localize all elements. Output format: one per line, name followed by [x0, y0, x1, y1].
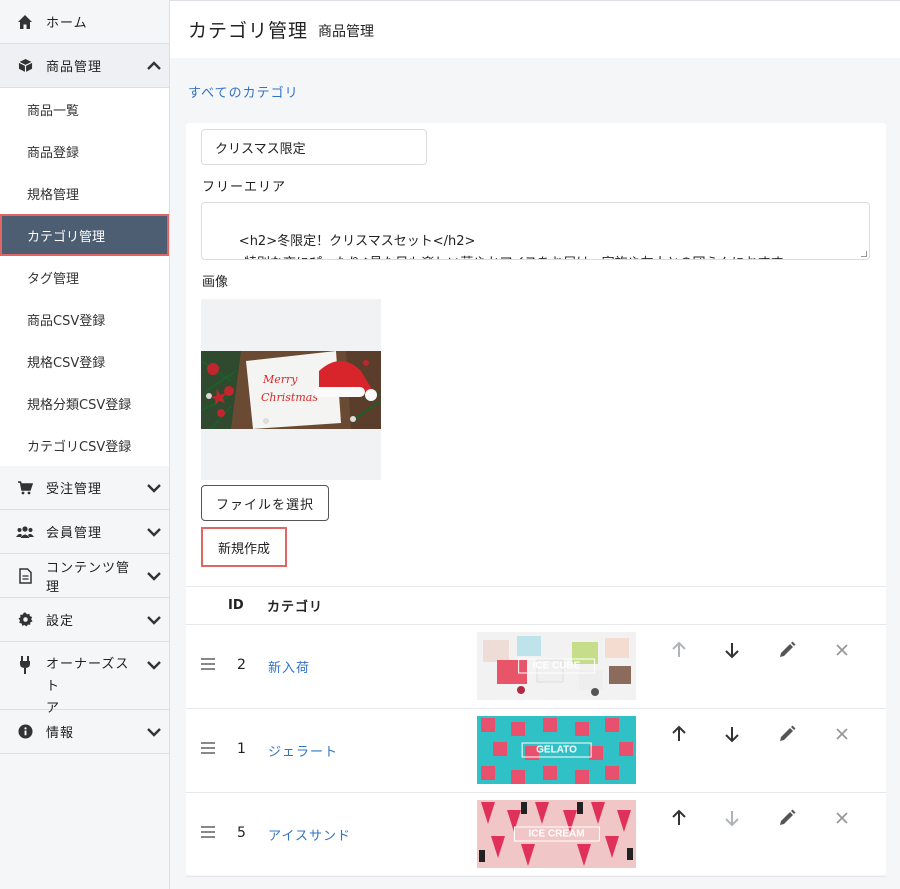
- move-up-icon[interactable]: [669, 640, 689, 660]
- nav-order[interactable]: 受注管理: [0, 466, 169, 510]
- free-area-text: <h2>冬限定！クリスマスセット</h2> <p>特別な夜にぴったり♪見た目も楽…: [214, 234, 784, 259]
- chevron-up-icon: [139, 60, 169, 71]
- move-up-icon[interactable]: [669, 724, 689, 744]
- main-content: カテゴリ管理 商品管理 すべてのカテゴリ クリスマス限定 フリーエリア <h2>…: [170, 0, 900, 889]
- column-header-category: カテゴリ: [267, 600, 324, 615]
- table-row: 1 ジェラート GELATO: [186, 709, 886, 793]
- chevron-down-icon: [139, 615, 169, 625]
- svg-text:Christmas: Christmas: [261, 391, 318, 404]
- category-thumbnail: GELATO: [477, 716, 636, 784]
- nav-content-label: コンテンツ管理: [46, 560, 131, 595]
- edit-pencil-icon[interactable]: [777, 808, 797, 828]
- gear-icon: [16, 611, 34, 629]
- chevron-down-icon: [139, 727, 169, 737]
- nav-product[interactable]: 商品管理: [0, 44, 169, 88]
- category-table: ID カテゴリ 2 新入荷 ICE CUBE 1 ジェラート GELATO 5 …: [186, 586, 886, 877]
- resize-handle-icon[interactable]: [861, 251, 867, 257]
- chevron-down-icon: [139, 527, 169, 537]
- row-id: 5: [237, 825, 246, 841]
- page-title: カテゴリ管理: [188, 20, 309, 42]
- nav-home[interactable]: ホーム: [0, 0, 169, 44]
- page-header: カテゴリ管理 商品管理: [170, 0, 900, 58]
- nav-info-label: 情報: [46, 726, 75, 741]
- chevron-down-icon: [139, 483, 169, 493]
- sidebar-item-category[interactable]: カテゴリ管理: [0, 214, 169, 256]
- nav-owner-store-label: オーナーズスト ア: [46, 657, 130, 716]
- category-thumbnail: ICE CUBE: [477, 632, 636, 700]
- delete-close-icon[interactable]: [832, 808, 852, 828]
- category-link[interactable]: アイスサンド: [268, 825, 351, 844]
- sidebar-item-spec-class-csv[interactable]: 規格分類CSV登録: [0, 382, 169, 424]
- edit-pencil-icon[interactable]: [777, 724, 797, 744]
- free-area-textarea[interactable]: <h2>冬限定！クリスマスセット</h2> <p>特別な夜にぴったり♪見た目も楽…: [201, 202, 870, 260]
- row-id: 1: [237, 741, 246, 757]
- chevron-down-icon: [139, 571, 169, 581]
- create-new-button[interactable]: 新規作成: [201, 527, 287, 567]
- sidebar-item-product-register[interactable]: 商品登録: [0, 130, 169, 172]
- thumbnail-label: ICE CREAM: [513, 826, 600, 842]
- move-up-icon[interactable]: [669, 808, 689, 828]
- edit-pencil-icon[interactable]: [777, 640, 797, 660]
- info-icon: [16, 723, 34, 741]
- nav-settings-label: 設定: [46, 614, 75, 629]
- home-icon: [16, 13, 34, 31]
- row-id: 2: [237, 657, 246, 673]
- sidebar-item-product-csv[interactable]: 商品CSV登録: [0, 298, 169, 340]
- cart-icon: [16, 479, 34, 497]
- delete-close-icon[interactable]: [832, 640, 852, 660]
- sidebar-item-product-list[interactable]: 商品一覧: [0, 88, 169, 130]
- image-preview: Merry Christmas: [201, 299, 381, 480]
- nav-customer[interactable]: 会員管理: [0, 510, 169, 554]
- thumbnail-label: GELATO: [521, 742, 592, 758]
- column-header-id: ID: [228, 598, 244, 613]
- sidebar-item-spec[interactable]: 規格管理: [0, 172, 169, 214]
- move-down-icon[interactable]: [722, 724, 742, 744]
- category-name-input[interactable]: クリスマス限定: [201, 129, 427, 165]
- product-subnav: 商品一覧 商品登録 規格管理 カテゴリ管理 タグ管理 商品CSV登録 規格CSV…: [0, 88, 169, 466]
- nav-product-label: 商品管理: [46, 60, 103, 75]
- svg-text:Merry: Merry: [262, 373, 298, 386]
- nav-customer-label: 会員管理: [46, 526, 103, 541]
- users-icon: [16, 523, 34, 541]
- chevron-down-icon: [139, 656, 169, 674]
- delete-close-icon[interactable]: [832, 724, 852, 744]
- table-row: 2 新入荷 ICE CUBE: [186, 625, 886, 709]
- choose-file-button[interactable]: ファイルを選択: [201, 485, 329, 521]
- sidebar-item-tag[interactable]: タグ管理: [0, 256, 169, 298]
- nav-home-label: ホーム: [46, 16, 88, 31]
- image-label: 画像: [202, 275, 229, 290]
- move-down-icon[interactable]: [722, 808, 742, 828]
- christmas-image: Merry Christmas: [201, 351, 381, 429]
- drag-handle-icon[interactable]: [201, 742, 215, 757]
- move-down-icon[interactable]: [722, 640, 742, 660]
- category-thumbnail: ICE CREAM: [477, 800, 636, 868]
- nav-content[interactable]: コンテンツ管理: [0, 554, 169, 598]
- breadcrumb-all-categories[interactable]: すべてのカテゴリ: [188, 82, 299, 101]
- category-link[interactable]: ジェラート: [268, 741, 338, 760]
- table-row: 5 アイスサンド ICE CREAM: [186, 793, 886, 877]
- free-area-label: フリーエリア: [202, 180, 287, 195]
- sidebar-item-spec-csv[interactable]: 規格CSV登録: [0, 340, 169, 382]
- nav-order-label: 受注管理: [46, 482, 103, 497]
- nav-owner-store[interactable]: オーナーズスト ア: [0, 642, 169, 716]
- drag-handle-icon[interactable]: [201, 658, 215, 673]
- sidebar-item-category-csv[interactable]: カテゴリCSV登録: [0, 424, 169, 466]
- nav-settings[interactable]: 設定: [0, 598, 169, 642]
- sidebar: ホーム 商品管理 商品一覧 商品登録 規格管理 カテゴリ管理 タグ管理 商品CS…: [0, 0, 170, 889]
- category-card: クリスマス限定 フリーエリア <h2>冬限定！クリスマスセット</h2> <p>…: [186, 123, 886, 877]
- page-subtitle: 商品管理: [318, 24, 375, 40]
- thumbnail-label: ICE CUBE: [517, 658, 596, 674]
- drag-handle-icon[interactable]: [201, 826, 215, 841]
- box-icon: [16, 57, 34, 75]
- table-header: ID カテゴリ: [186, 586, 886, 625]
- category-link[interactable]: 新入荷: [268, 657, 310, 676]
- plug-icon: [16, 656, 34, 674]
- document-icon: [16, 567, 34, 585]
